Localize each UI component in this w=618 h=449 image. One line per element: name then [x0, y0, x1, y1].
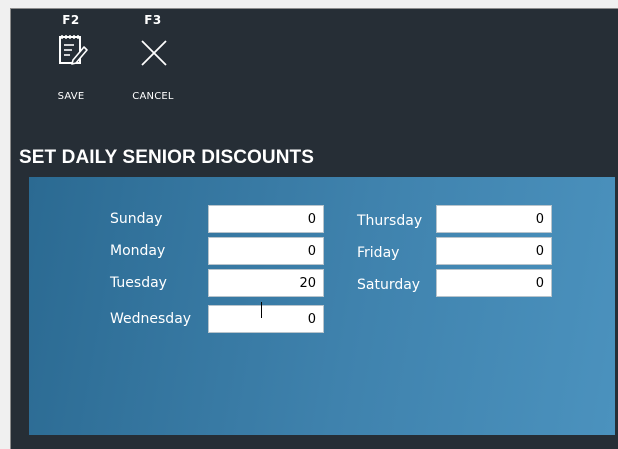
saturday-discount-input[interactable] — [436, 269, 552, 297]
wednesday-discount-input[interactable] — [208, 305, 324, 333]
close-icon — [141, 40, 167, 66]
save-label: SAVE — [57, 91, 85, 102]
monday-discount-input[interactable] — [208, 237, 324, 265]
sunday-discount-input[interactable] — [208, 205, 324, 233]
save-button[interactable]: F2 SAVE — [41, 9, 101, 109]
thursday-discount-input[interactable] — [436, 205, 552, 233]
edit-note-icon — [59, 35, 88, 65]
tuesday-discount-input[interactable] — [208, 269, 324, 297]
save-shortcut-key: F2 — [62, 13, 80, 27]
cancel-button[interactable]: F3 CANCEL — [123, 9, 183, 109]
text-cursor — [261, 302, 262, 318]
cancel-shortcut-key: F3 — [144, 13, 162, 27]
sunday-label: Sunday — [110, 211, 163, 227]
cancel-label: CANCEL — [132, 91, 174, 102]
friday-discount-input[interactable] — [436, 237, 552, 265]
friday-label: Friday — [357, 245, 400, 261]
saturday-label: Saturday — [357, 277, 421, 293]
thursday-label: Thursday — [357, 213, 423, 229]
wednesday-label: Wednesday — [110, 311, 192, 327]
monday-label: Monday — [110, 243, 166, 259]
page-title: SET DAILY SENIOR DISCOUNTS — [19, 147, 315, 168]
tuesday-label: Tuesday — [110, 275, 167, 291]
